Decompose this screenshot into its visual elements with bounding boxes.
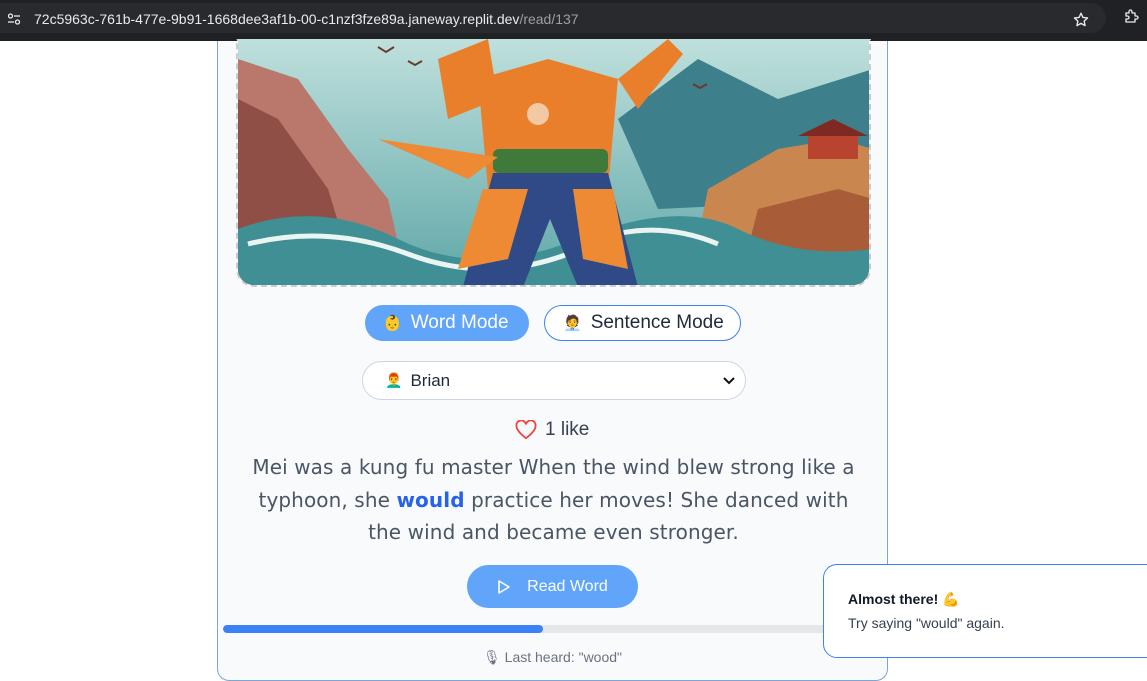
story-illustration [236,39,871,287]
word-mode-label: Word Mode [410,312,509,333]
kung-fu-master-illustration-icon [238,39,869,285]
feedback-toast: Almost there! 💪 Try saying "would" again… [823,564,1147,658]
sentence-mode-button[interactable]: 🧑‍💼 Sentence Mode [544,305,741,341]
bookmark-star-icon[interactable] [1072,11,1090,29]
voice-select[interactable]: 👨‍🦰 Brian [362,361,746,400]
story-text: Mei was a kung fu master When the wind b… [248,451,859,549]
url-path: /read/137 [519,11,579,27]
word-mode-button[interactable]: 👶 Word Mode [365,305,529,341]
person-icon: 🧑‍💼 [563,315,582,332]
current-word[interactable]: would [396,488,464,512]
read-word-button[interactable]: Read Word [467,565,638,608]
reading-progress-fill [223,625,543,633]
baby-icon: 👶 [383,315,402,332]
url-host: 72c5963c-761b-477e-9b91-1668dee3af1b-00-… [34,11,520,27]
reading-card: 👶 Word Mode 🧑‍💼 Sentence Mode 👨‍🦰 Brian … [217,39,889,681]
voice-avatar-icon: 👨‍🦰 [385,372,403,388]
site-info-icon[interactable] [7,12,21,26]
voice-selected-value: Brian [410,370,451,390]
browser-toolbar: 72c5963c-761b-477e-9b91-1668dee3af1b-00-… [0,0,1147,41]
play-icon [498,579,510,594]
heart-icon[interactable] [515,420,537,440]
toast-message: Try saying "would" again. [848,615,1005,631]
address-bar[interactable]: 72c5963c-761b-477e-9b91-1668dee3af1b-00-… [0,3,1106,33]
sentence-mode-label: Sentence Mode [590,312,724,333]
extensions-puzzle-icon[interactable] [1123,7,1141,25]
toast-title: Almost there! 💪 [848,591,960,607]
like-count-label: 1 like [545,419,590,440]
reading-progress-bar [223,625,863,633]
chevron-down-icon [723,377,735,385]
read-word-label: Read Word [527,577,608,595]
like-counter[interactable]: 1 like [515,418,589,442]
url-text[interactable]: 72c5963c-761b-477e-9b91-1668dee3af1b-00-… [34,11,579,27]
mode-toggle: 👶 Word Mode 🧑‍💼 Sentence Mode [218,305,889,341]
